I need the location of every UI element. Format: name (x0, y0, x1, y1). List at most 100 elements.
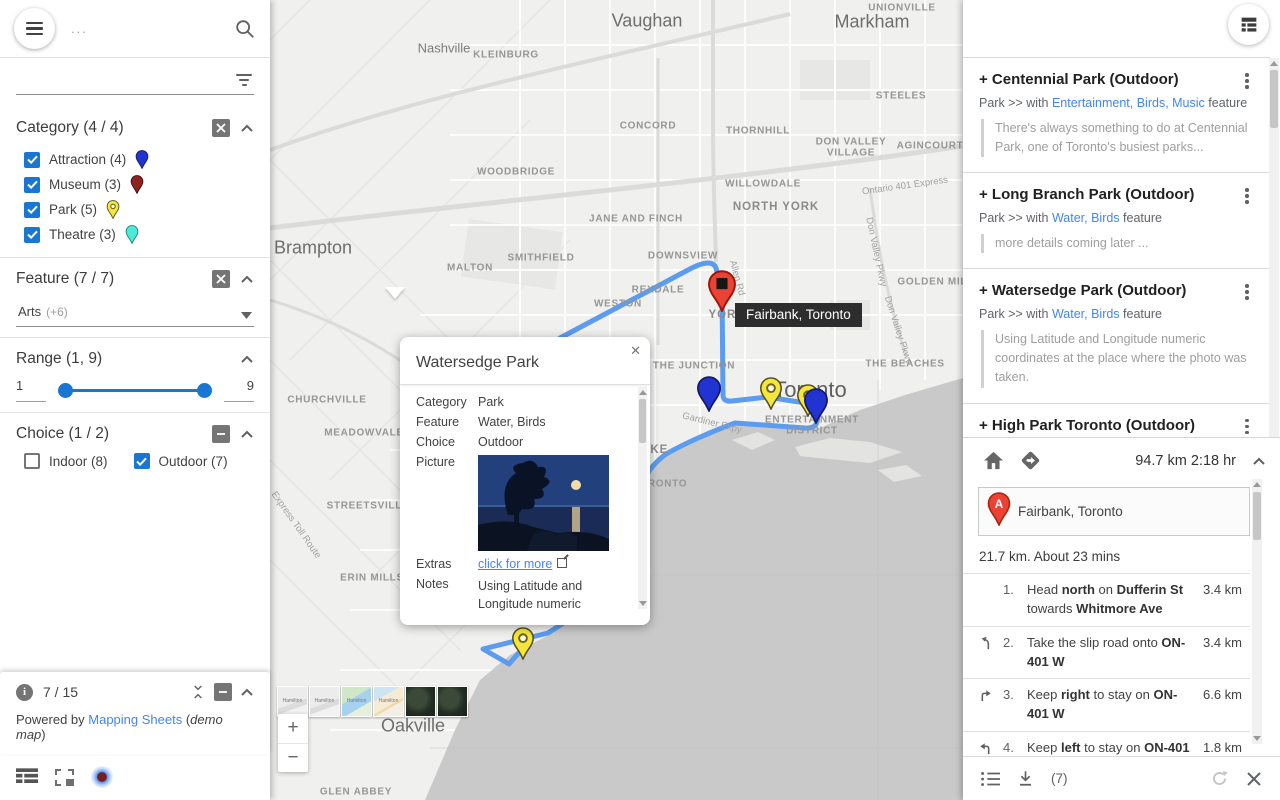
map-type-thumbnail[interactable] (405, 686, 436, 717)
area-select-icon[interactable] (55, 768, 74, 786)
step-instruction: Head north on Dufferin St towards Whitmo… (1027, 582, 1184, 616)
app-root: UNIONVILLE Vaughan Markham Nashville KLEINBU… (0, 0, 1280, 800)
popup-picture[interactable] (478, 455, 609, 551)
checkbox[interactable] (24, 201, 40, 218)
place-card[interactable]: + Centennial Park (Outdoor) Park >> with … (963, 57, 1270, 173)
feature-clear-button[interactable] (212, 270, 230, 288)
choice-item: Indoor (8) (24, 453, 108, 469)
range-collapse-chevron-icon[interactable] (240, 354, 254, 364)
place-pin-yellow[interactable] (759, 377, 783, 415)
step-number: 4. (1003, 740, 1014, 756)
popup-close-icon[interactable]: ✕ (630, 344, 641, 357)
filter-icon[interactable] (234, 72, 254, 88)
place-card-meta: Park >> with Entertainment, Birds, Music… (979, 95, 1248, 110)
direction-step[interactable]: 2. Take the slip road onto ON-401 W 3.4 km (963, 627, 1250, 680)
choice-collapse-chevron-icon[interactable] (240, 429, 254, 439)
feature-collapse-chevron-icon[interactable] (240, 274, 254, 284)
feature-links[interactable]: Water, Birds (1052, 211, 1120, 225)
map-canvas[interactable]: UNIONVILLE Vaughan Markham Nashville KLEINBU… (270, 0, 963, 800)
card-menu-icon[interactable] (1238, 186, 1256, 204)
footer-collapse-chevron-icon[interactable] (240, 687, 254, 697)
direction-step[interactable]: 3. Keep right to stay on ON-401 W 6.6 km (963, 679, 1250, 733)
filter-section-range: Range (1, 9) 1 9 (0, 337, 270, 412)
card-menu-icon[interactable] (1238, 417, 1256, 435)
step-number: 2. (1003, 634, 1014, 650)
checkbox[interactable] (133, 453, 150, 469)
route-stop-marker[interactable] (707, 270, 737, 317)
search-input[interactable]: ... (71, 21, 234, 36)
direction-step[interactable]: 1. Head north on Dufferin St towards Whit… (963, 574, 1250, 627)
feature-links[interactable]: Entertainment, Birds, Music (1052, 96, 1205, 110)
directions-scrollbar[interactable] (1252, 479, 1262, 744)
direction-step[interactable]: 4. Keep left to stay on ON-401 W 1.8 km (963, 732, 1250, 756)
step-distance: 1.8 km (1202, 740, 1242, 756)
popup-tip (385, 287, 405, 299)
directions-collapse-chevron-icon[interactable] (1252, 456, 1266, 466)
result-count: (7) (1051, 771, 1068, 786)
place-card-list: + Centennial Park (Outdoor) Park >> with … (963, 57, 1270, 437)
svg-text:A: A (995, 497, 1004, 511)
origin-marker-icon: A (987, 492, 1011, 531)
feature-select[interactable]: Arts (+6) (16, 298, 254, 327)
place-card[interactable]: + High Park Toronto (Outdoor)Attraction … (963, 402, 1270, 437)
place-pin-blue[interactable] (803, 388, 829, 429)
map-type-thumbnail[interactable]: Hamilton (373, 686, 404, 717)
info-icon[interactable]: i (16, 683, 33, 701)
refresh-icon[interactable] (1210, 769, 1229, 788)
checkbox[interactable] (24, 151, 40, 168)
list-view-icon[interactable] (16, 767, 38, 787)
range-max-value[interactable]: 9 (224, 378, 254, 402)
popup-row: Feature Water, Birds (416, 415, 546, 429)
feature-select-value: Arts (18, 304, 42, 319)
range-min-value[interactable]: 1 (16, 378, 46, 402)
choice-partial-button[interactable] (212, 425, 230, 443)
yellow-pin-icon (106, 200, 120, 219)
map-type-thumbnail[interactable]: Hamilton (309, 686, 340, 717)
mapping-sheets-link[interactable]: Mapping Sheets (88, 712, 182, 727)
checkbox[interactable] (24, 226, 40, 243)
home-icon[interactable] (983, 451, 1004, 470)
checkbox[interactable] (24, 453, 40, 469)
range-slider-handle-min[interactable] (58, 383, 73, 398)
toggle-list-button[interactable] (1228, 4, 1269, 45)
place-card-title: + High Park Toronto (Outdoor) (979, 416, 1195, 434)
directions-icon[interactable] (1020, 450, 1041, 471)
choice-item: Outdoor (7) (133, 453, 228, 469)
map-type-thumbnail[interactable]: Hamilton (341, 686, 372, 717)
map-type-thumbnail[interactable] (437, 686, 468, 717)
origin-waypoint[interactable]: A Fairbank, Toronto (978, 487, 1250, 536)
popup-row-extras: Extras click for more (416, 557, 636, 571)
checkbox[interactable] (24, 176, 40, 193)
card-list-scrollbar[interactable] (1269, 58, 1279, 437)
close-panel-icon[interactable] (1246, 771, 1262, 787)
card-menu-icon[interactable] (1238, 282, 1256, 300)
map-type-thumbnail[interactable]: Hamilton (277, 686, 308, 717)
place-card[interactable]: + Long Branch Park (Outdoor) Park >> with… (963, 172, 1270, 269)
category-collapse-chevron-icon[interactable] (240, 123, 254, 133)
zoom-out-button[interactable]: − (278, 744, 308, 773)
powered-by: Powered by Mapping Sheets (demo map) (16, 712, 223, 742)
popup-scrollbar[interactable] (638, 387, 647, 609)
footer-minimize-button[interactable] (214, 683, 232, 701)
range-slider-handle-max[interactable] (197, 383, 212, 398)
place-pin-yellow[interactable] (511, 627, 535, 665)
unfold-less-icon[interactable] (190, 683, 206, 701)
download-icon[interactable] (1017, 770, 1034, 788)
zoom-in-button[interactable]: + (278, 714, 308, 744)
menu-button[interactable] (14, 8, 55, 49)
place-pin-blue[interactable] (696, 376, 722, 417)
origin-label: Fairbank, Toronto (1018, 504, 1123, 519)
place-card[interactable]: + Watersedge Park (Outdoor) Park >> with … (963, 268, 1270, 403)
choice-item-label: Indoor (8) (49, 453, 108, 469)
locate-pulse-icon[interactable] (91, 766, 113, 788)
feature-links[interactable]: Water, Birds (1052, 307, 1120, 321)
range-slider[interactable] (58, 380, 212, 400)
search-icon[interactable] (234, 18, 256, 40)
step-distance: 6.6 km (1202, 687, 1242, 703)
toolbar-list-icon[interactable] (981, 771, 1000, 787)
place-card-title: + Watersedge Park (Outdoor) (979, 282, 1187, 300)
step-distance: 3.4 km (1202, 582, 1242, 597)
extras-link[interactable]: click for more (478, 557, 552, 571)
category-clear-button[interactable] (212, 119, 230, 137)
card-menu-icon[interactable] (1238, 71, 1256, 89)
